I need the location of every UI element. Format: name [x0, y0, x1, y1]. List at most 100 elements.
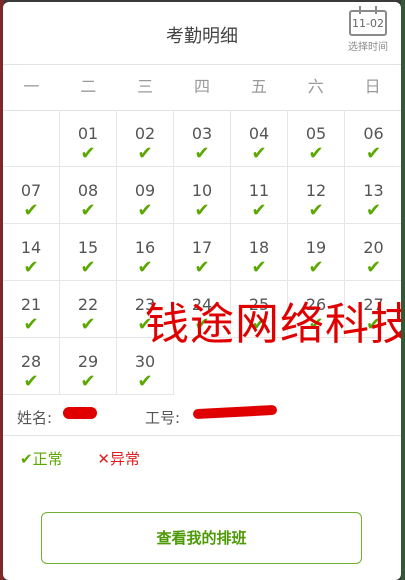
employee-info-row: 姓名: 工号:	[3, 395, 401, 436]
day-number: 08	[77, 181, 99, 200]
status-legend: ✔正常 ✕异常	[20, 448, 140, 469]
calendar-day-cell[interactable]: 11 ✔	[231, 167, 288, 224]
calendar-day-cell[interactable]: 05 ✔	[288, 110, 345, 167]
day-number: 15	[77, 238, 99, 257]
watermark-text: 钱途网络科技	[145, 299, 401, 350]
name-label: 姓名:	[17, 409, 53, 427]
day-number: 05	[305, 124, 327, 143]
dialog-title: 考勤明细	[166, 26, 238, 47]
check-icon: ✔	[251, 200, 267, 221]
day-number: 03	[191, 124, 213, 143]
legend-normal-label: 正常	[32, 450, 63, 468]
picker-date: 11-02	[352, 17, 384, 30]
check-icon: ✔	[308, 257, 324, 278]
check-icon: ✔	[137, 257, 153, 278]
weekday-label: 二	[80, 77, 97, 96]
check-icon: ✔	[251, 143, 267, 164]
day-number: 06	[363, 124, 384, 143]
calendar-day-cell[interactable]: 08 ✔	[60, 167, 117, 224]
day-number: 17	[191, 238, 213, 257]
weekday-label: 一	[23, 77, 40, 96]
check-icon: ✔	[365, 257, 382, 278]
check-icon: ✔	[137, 200, 153, 221]
check-icon: ✔	[20, 450, 33, 468]
calendar-day-cell[interactable]: 22 ✔	[60, 281, 117, 338]
check-icon: ✔	[194, 200, 210, 221]
employee-id-label: 工号:	[145, 409, 181, 427]
check-icon: ✔	[251, 257, 267, 278]
view-my-schedule-button[interactable]: 查看我的排班	[41, 512, 362, 564]
calendar-day-cell[interactable]: 04 ✔	[231, 110, 288, 167]
attendance-dialog: 考勤明细 11-02 选择时间 一二三四五六日 01 ✔ 02 ✔ 03 ✔ 04 ✔ 05 ✔ 0…	[3, 2, 401, 580]
redaction-scribble-name	[63, 407, 97, 419]
check-icon: ✔	[308, 200, 324, 221]
calendar-day-cell[interactable]: 13 ✔	[345, 167, 401, 224]
weekday-label: 日	[364, 77, 381, 96]
background-strip-right	[401, 0, 405, 580]
calendar-day-cell[interactable]: 17 ✔	[174, 224, 231, 281]
legend-abnormal: ✕异常	[97, 448, 140, 469]
day-number: 21	[20, 295, 42, 314]
day-number: 04	[248, 124, 270, 143]
calendar-day-cell[interactable]: 03 ✔	[174, 110, 231, 167]
check-icon: ✔	[194, 257, 210, 278]
date-picker-button[interactable]: 11-02 选择时间	[343, 6, 393, 60]
weekday-header-row: 一二三四五六日	[3, 64, 401, 111]
calendar-day-cell[interactable]: 15 ✔	[60, 224, 117, 281]
calendar-day-cell[interactable]: 21 ✔	[3, 281, 60, 338]
day-number: 10	[191, 181, 213, 200]
legend-normal: ✔正常	[20, 448, 63, 469]
empty-day-cell	[3, 110, 60, 167]
check-icon: ✔	[80, 200, 96, 221]
check-icon: ✔	[80, 257, 96, 278]
check-icon: ✔	[137, 371, 153, 392]
calendar-day-cell[interactable]: 20 ✔	[345, 224, 401, 281]
day-number: 16	[134, 238, 156, 257]
calendar-day-cell[interactable]: 12 ✔	[288, 167, 345, 224]
calendar-day-cell[interactable]: 14 ✔	[3, 224, 60, 281]
cross-icon: ✕	[97, 450, 110, 468]
check-icon: ✔	[308, 143, 324, 164]
calendar-day-cell[interactable]: 02 ✔	[117, 110, 174, 167]
picker-label: 选择时间	[348, 42, 388, 53]
check-icon: ✔	[23, 371, 39, 392]
calendar-day-cell[interactable]: 18 ✔	[231, 224, 288, 281]
day-number: 14	[20, 238, 42, 257]
day-number: 19	[305, 238, 327, 257]
calendar-day-cell[interactable]: 09 ✔	[117, 167, 174, 224]
day-number: 13	[363, 181, 384, 200]
day-number: 11	[248, 181, 270, 200]
calendar-day-cell[interactable]: 16 ✔	[117, 224, 174, 281]
check-icon: ✔	[80, 371, 96, 392]
calendar-icon: 11-02	[349, 6, 387, 36]
weekday-label: 六	[307, 77, 324, 96]
check-icon: ✔	[23, 314, 39, 335]
check-icon: ✔	[137, 143, 153, 164]
day-number: 22	[77, 295, 99, 314]
check-icon: ✔	[23, 200, 39, 221]
calendar-day-cell[interactable]: 07 ✔	[3, 167, 60, 224]
day-number: 09	[134, 181, 156, 200]
calendar-day-cell[interactable]: 10 ✔	[174, 167, 231, 224]
weekday-label: 四	[194, 77, 211, 96]
legend-abnormal-label: 异常	[109, 450, 140, 468]
day-number: 07	[20, 181, 42, 200]
redaction-scribble-id	[192, 404, 278, 420]
check-icon: ✔	[80, 314, 96, 335]
check-icon: ✔	[80, 143, 96, 164]
calendar-day-cell[interactable]: 19 ✔	[288, 224, 345, 281]
check-icon: ✔	[365, 200, 382, 221]
day-number: 12	[305, 181, 327, 200]
calendar-day-cell[interactable]: 01 ✔	[60, 110, 117, 167]
day-number: 18	[248, 238, 270, 257]
day-number: 29	[77, 352, 99, 371]
weekday-label: 五	[250, 77, 267, 96]
day-number: 30	[134, 352, 156, 371]
weekday-label: 三	[137, 77, 154, 96]
check-icon: ✔	[23, 257, 39, 278]
calendar-day-cell[interactable]: 29 ✔	[60, 338, 117, 395]
calendar-day-cell[interactable]: 06 ✔	[345, 110, 401, 167]
day-number: 02	[134, 124, 156, 143]
day-number: 01	[77, 124, 99, 143]
calendar-day-cell[interactable]: 28 ✔	[3, 338, 60, 395]
